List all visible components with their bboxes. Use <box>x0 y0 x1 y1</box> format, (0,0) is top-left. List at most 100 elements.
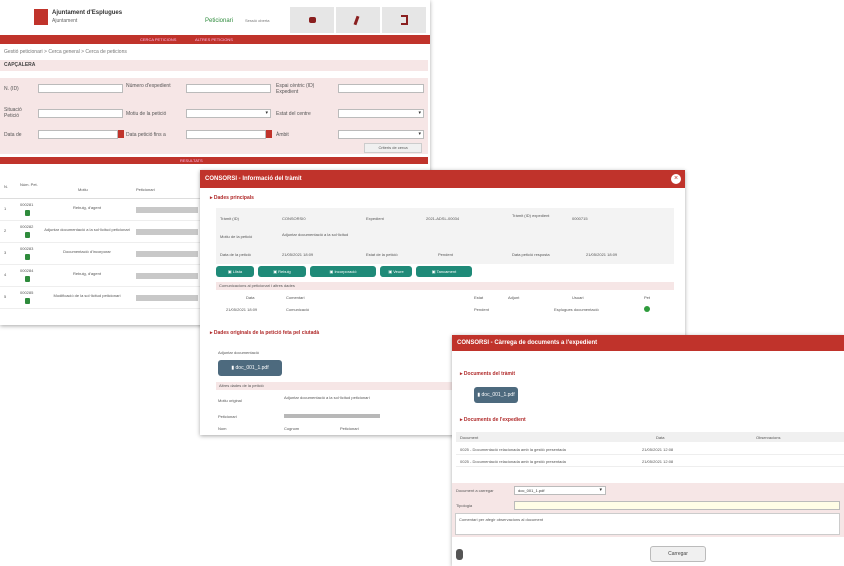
table-row[interactable]: 0025 - Documentació relacionada amb la g… <box>456 444 844 455</box>
results-bar: RESULTATS <box>0 157 428 164</box>
section-main-title: Dades principals <box>213 195 254 201</box>
detail-value: Adjuntar documentació a la sol·licitud p… <box>284 395 370 400</box>
input-expedient[interactable] <box>186 84 271 93</box>
table-row[interactable]: 4 000284 Rebuig, d'agent <box>0 266 200 287</box>
logout-button[interactable] <box>382 7 426 33</box>
name-label: Tipologia <box>456 503 473 508</box>
row-peticionari-bar <box>136 273 198 279</box>
select-ambit[interactable]: ▾ <box>338 130 424 139</box>
nav-bar: CERCA PETICIONS ALTRES PETICIONS <box>0 35 430 44</box>
file-button[interactable]: ▮ doc_001_1.pdf <box>474 387 518 403</box>
action-buttons: ▣ Llista ▣ Rebuig ▣ Incorporació ▣ Veure… <box>200 266 685 278</box>
home-button[interactable] <box>290 7 334 33</box>
calendar-icon[interactable] <box>118 130 124 138</box>
chevron-down-icon: ▾ <box>418 131 421 137</box>
select-motiu[interactable]: ▾ <box>186 109 271 118</box>
table-header: Document Data Observacions <box>456 432 844 442</box>
file-icon[interactable] <box>25 254 30 260</box>
calendar-icon[interactable] <box>266 130 272 138</box>
file-icon[interactable] <box>25 210 30 216</box>
action-button-close[interactable]: ▣ Tancament <box>416 266 472 277</box>
info-label: Estat de la petició <box>366 252 398 257</box>
row-num: 4 <box>4 272 7 277</box>
row-peticionari-bar <box>136 295 198 301</box>
table-row[interactable]: 1 000281 Rebuig, d'agent <box>0 200 200 221</box>
list-button-label: Llista <box>232 269 243 274</box>
comment-textarea[interactable]: Comentari per afegir observacions al doc… <box>455 513 840 535</box>
section-expedient: ▸ Documents de l'expedient <box>460 417 526 423</box>
detail-label: Motiu original <box>218 398 242 403</box>
chevron-down-icon: ▾ <box>265 110 268 116</box>
row-motiu: Rebuig, d'agent <box>73 205 101 210</box>
pencil-icon <box>353 15 360 26</box>
info-label: Motiu de la petició <box>220 234 253 239</box>
table-row[interactable]: 3 000283 Documentació d'incorporar <box>0 244 200 265</box>
section-original: ▸ Dades originals de la petició feta pel… <box>210 330 320 336</box>
doc-name: 0025 - Documentació relacionada amb la g… <box>460 447 566 452</box>
info-label: Tràmit (ID) <box>220 216 239 221</box>
row-num: 1 <box>4 206 7 211</box>
tab-other[interactable]: ALTRES PETICIONS <box>195 36 233 43</box>
file-icon[interactable] <box>25 298 30 304</box>
info-label: Tràmit (ID) expedient <box>512 213 550 218</box>
document-select[interactable]: doc_001_1.pdf ▾ <box>514 486 606 495</box>
row-peticionari-bar <box>136 251 198 257</box>
input-espai[interactable] <box>338 84 424 93</box>
name-input[interactable] <box>514 501 840 510</box>
row-pet: 000281 <box>20 202 34 207</box>
select-estat[interactable]: ▾ <box>338 109 424 118</box>
close-button-label: Tancament <box>436 269 457 274</box>
section-title: CAPÇALERA <box>4 62 36 68</box>
input-data-fins[interactable] <box>186 130 266 139</box>
row-cell: Esplugues documentació <box>554 307 599 312</box>
close-icon[interactable]: × <box>671 174 681 184</box>
file-icon[interactable] <box>25 276 30 282</box>
table-row[interactable]: 5 000285 Modificació de la sol·licitud pet… <box>0 288 200 309</box>
dialog-header: CONSORSI - Càrrega de documents a l'expe… <box>452 335 844 351</box>
help-button[interactable] <box>336 7 380 33</box>
input-id[interactable] <box>38 84 123 93</box>
row-cell: Pendent <box>474 307 489 312</box>
help-icon[interactable] <box>456 549 463 560</box>
label-data-fins: Data petició fins a <box>126 132 166 138</box>
dialog-title: CONSORSI - Informació del tràmit <box>205 176 302 182</box>
label-estat: Estat del centre <box>276 111 311 117</box>
tab-search[interactable]: CERCA PETICIONS <box>140 36 176 43</box>
save-button[interactable]: Carregar <box>650 546 706 562</box>
heart-icon <box>309 17 316 23</box>
row-pet: 000284 <box>20 268 34 273</box>
reject-button-label: Rebuig <box>278 269 291 274</box>
status-dot <box>644 306 650 312</box>
row-num: 5 <box>4 294 7 299</box>
file-button[interactable]: ▮ doc_001_1.pdf <box>218 360 282 376</box>
action-button-view[interactable]: ▣ Veure <box>380 266 412 277</box>
row-motiu: Documentació d'incorporar <box>63 249 111 254</box>
col-header: Núm. Pet. <box>20 182 38 187</box>
col-header: Comentari <box>286 295 305 300</box>
table-row[interactable]: 0025 - Documentació relacionada amb la g… <box>456 456 844 467</box>
upload-form: Document a carregar doc_001_1.pdf ▾ Tipo… <box>452 483 844 537</box>
comms-title: Comunicacions al peticionari i altres da… <box>216 282 674 290</box>
action-button-list[interactable]: ▣ Llista <box>216 266 254 277</box>
chevron-down-icon: ▾ <box>418 110 421 116</box>
action-button-reject[interactable]: ▣ Rebuig <box>258 266 306 277</box>
table-row[interactable]: 2 000282 Adjuntar documentació a la sol·li… <box>0 222 200 243</box>
user-name[interactable]: Peticionari <box>205 18 233 24</box>
file-icon[interactable] <box>25 232 30 238</box>
detail-label: Peticionari <box>218 414 237 419</box>
row-peticionari-bar <box>136 207 198 213</box>
info-value: 2021-ADSL-00034 <box>426 216 460 221</box>
col-header: Pet <box>644 295 651 300</box>
section-main: ▸ Dades principals <box>210 195 254 201</box>
input-data-de[interactable] <box>38 130 118 139</box>
input-situacio[interactable] <box>38 109 123 118</box>
section-expedient-title: Documents de l'expedient <box>463 417 526 423</box>
label-espai: Espai cèntric (ID) Expedient <box>276 83 315 95</box>
action-button-incorporate[interactable]: ▣ Incorporació <box>310 266 376 277</box>
col-header: Data <box>656 435 665 440</box>
section-original-title: Dades originals de la petició feta pel c… <box>213 330 320 336</box>
detail-bar <box>284 414 380 418</box>
col-header: Nom <box>218 426 227 431</box>
search-criteria-button[interactable]: Criteris de cerca <box>364 143 422 153</box>
row-num: 3 <box>4 250 7 255</box>
